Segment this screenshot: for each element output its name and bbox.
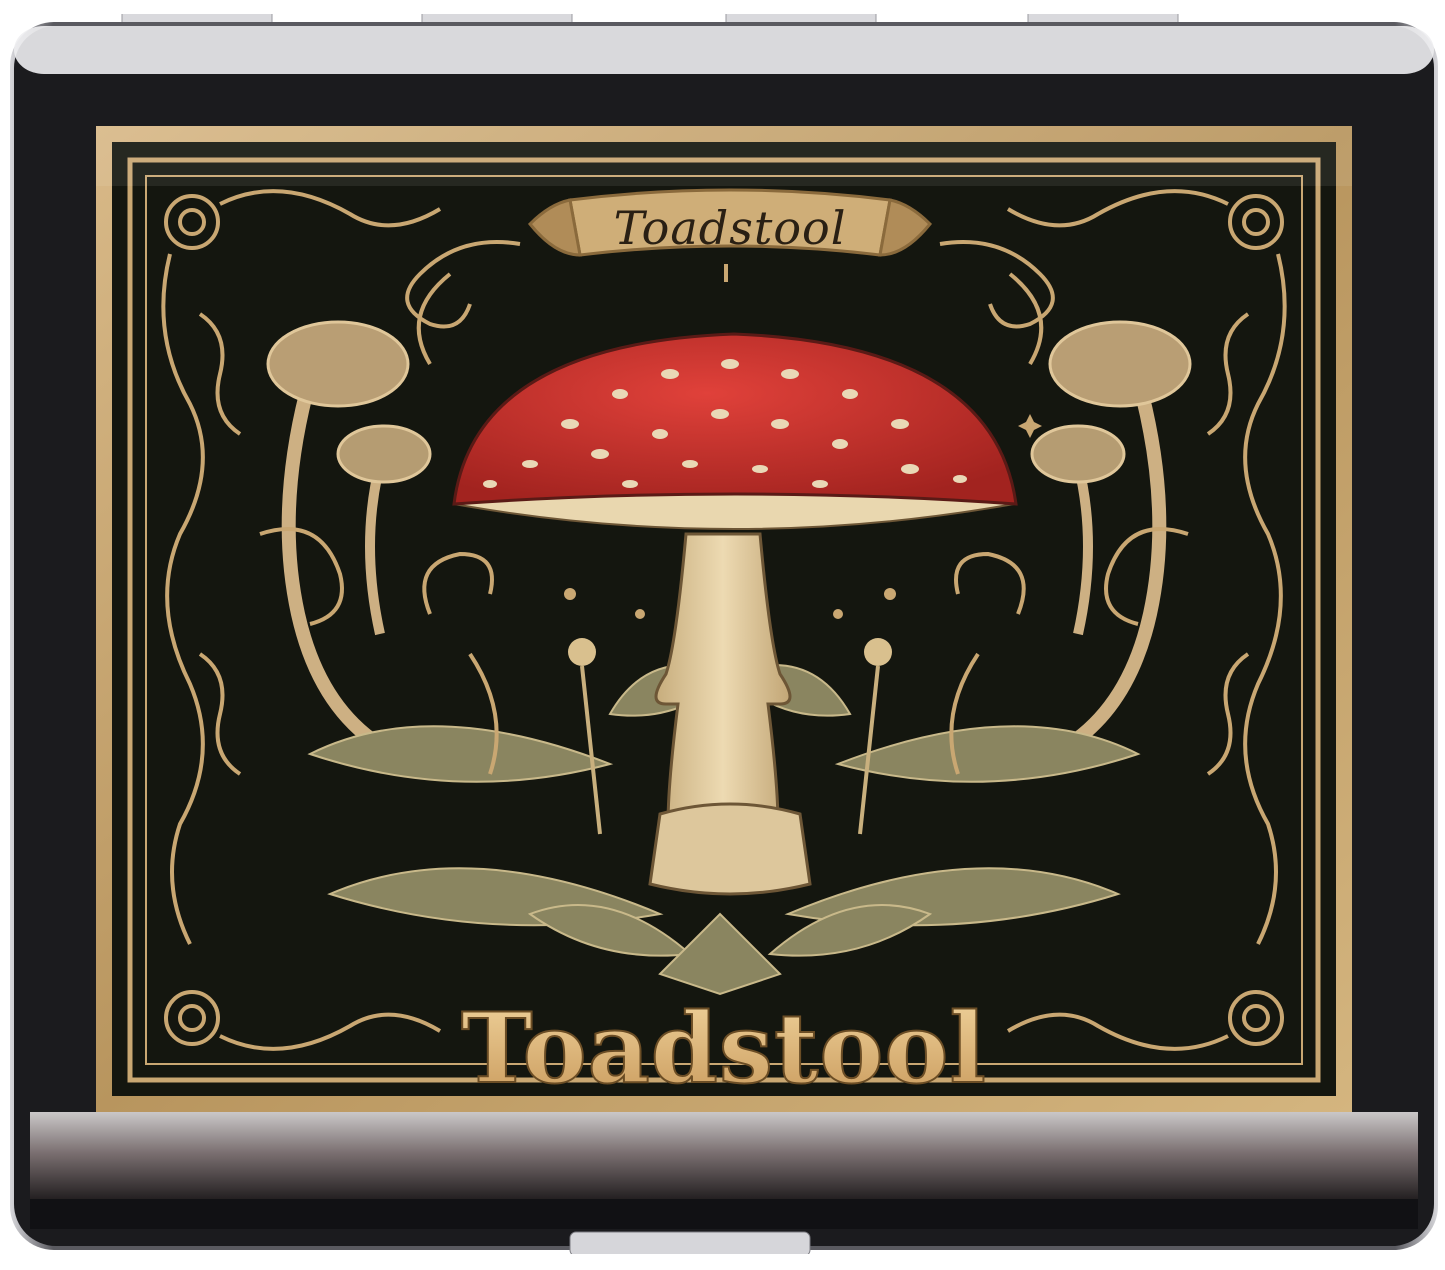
clasp-icon [569, 1231, 811, 1254]
banner-label: Toadstool [614, 201, 847, 255]
product-title: Toadstool [461, 992, 987, 1105]
chrome-reflection [30, 1112, 1418, 1202]
cigarette-case: Toadstool Toadstool [10, 14, 1438, 1254]
